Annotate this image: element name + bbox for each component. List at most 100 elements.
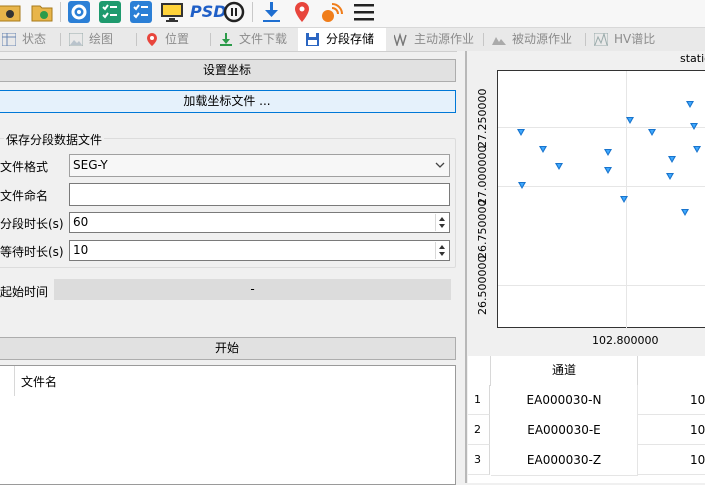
tab-label: 位置 — [165, 32, 190, 46]
toolbar-divider — [252, 2, 253, 22]
load-coords-file-button[interactable]: 加载坐标文件 ... — [0, 90, 456, 113]
tab-label: 文件下载 — [239, 32, 288, 46]
gridline — [498, 285, 705, 286]
column-divider — [14, 366, 15, 396]
save-icon — [306, 33, 319, 46]
group-title: 保存分段数据文件 — [4, 131, 105, 148]
settings-icon[interactable] — [67, 0, 91, 24]
data-point[interactable] — [604, 149, 612, 156]
image-icon — [69, 33, 83, 46]
splitter-line — [465, 51, 467, 483]
set-coords-button[interactable]: 设置坐标 — [0, 59, 456, 82]
row-number: 2 — [468, 415, 490, 445]
column-header-value[interactable] — [638, 356, 705, 386]
table-cell-channel[interactable]: EA000030-E — [491, 415, 638, 446]
mountain-icon — [492, 37, 506, 45]
y-tick-label: 27.250000 — [476, 88, 489, 149]
segment-length-stepper[interactable]: 60 — [69, 212, 450, 233]
data-point[interactable] — [517, 129, 525, 136]
tab-label: 主动源作业 — [414, 32, 475, 46]
file-name-label: 文件命名 — [0, 189, 49, 203]
tab-label: HV谱比 — [614, 32, 656, 46]
tab-segment-storage[interactable]: 分段存储 — [298, 28, 386, 51]
location-pin-icon[interactable] — [290, 0, 314, 24]
data-point[interactable] — [690, 123, 698, 130]
toolbar: PSD — [0, 0, 705, 28]
wait-length-label: 等待时长(s) — [0, 245, 64, 259]
monitor-icon[interactable] — [160, 0, 184, 24]
y-tick-label: 27.000000 — [476, 145, 489, 206]
start-time-label: 起始时间 — [0, 285, 49, 299]
checklist-icon[interactable] — [98, 0, 122, 24]
data-point[interactable] — [626, 117, 634, 124]
chevron-down-icon — [435, 162, 445, 168]
tab-file-download[interactable]: 文件下载 — [211, 28, 297, 51]
gridline — [498, 186, 705, 187]
data-point[interactable] — [518, 182, 526, 189]
download-icon — [220, 33, 232, 46]
spin-buttons[interactable] — [435, 214, 448, 231]
tab-active-source[interactable]: 主动源作业 — [386, 28, 482, 51]
hv-icon — [594, 33, 608, 46]
data-point[interactable] — [668, 156, 676, 163]
table-icon — [2, 33, 16, 46]
spin-buttons[interactable] — [435, 242, 448, 259]
file-list[interactable]: 文件名 — [0, 365, 456, 485]
chart-title: statio — [680, 52, 705, 65]
tab-label: 分段存储 — [326, 32, 375, 46]
data-point[interactable] — [555, 163, 563, 170]
row-number: 1 — [468, 385, 490, 415]
download-icon[interactable] — [259, 0, 283, 24]
tab-bar: 状态 绘图 位置 文件下载 分段存储 主动源作业 被动源作业 HV谱比 — [0, 28, 705, 52]
tab-hv-ratio[interactable]: HV谱比 — [586, 28, 705, 51]
map-pin-icon — [147, 33, 157, 46]
data-point[interactable] — [648, 129, 656, 136]
y-tick-label: 26.750000 — [476, 199, 489, 260]
segment-length-value: 60 — [73, 215, 89, 229]
data-point[interactable] — [620, 196, 628, 203]
data-point[interactable] — [539, 146, 547, 153]
x-tick-label: 102.800000 — [592, 334, 659, 347]
data-point[interactable] — [666, 173, 674, 180]
data-point[interactable] — [686, 101, 694, 108]
file-format-label: 文件格式 — [0, 160, 49, 174]
data-point[interactable] — [604, 167, 612, 174]
table-cell-value[interactable]: 10 — [638, 415, 705, 445]
file-format-value: SEG-Y — [73, 158, 108, 172]
start-button[interactable]: 开始 — [0, 337, 456, 360]
tab-status[interactable]: 状态 — [0, 28, 56, 51]
table-cell-value[interactable]: 10 — [638, 385, 705, 415]
menu-icon[interactable] — [352, 0, 376, 24]
data-point[interactable] — [693, 146, 701, 153]
signal-icon[interactable] — [320, 0, 344, 24]
wait-length-stepper[interactable]: 10 — [69, 240, 450, 261]
tab-label: 被动源作业 — [512, 32, 573, 46]
tab-location[interactable]: 位置 — [137, 28, 209, 51]
table-cell-channel[interactable]: EA000030-N — [491, 385, 638, 416]
start-time-value: - — [54, 279, 451, 300]
checklist-alt-icon[interactable] — [129, 0, 153, 24]
table-cell-value[interactable]: 10 — [638, 445, 705, 475]
folder-open-icon[interactable] — [0, 0, 24, 24]
file-list-header: 文件名 — [21, 375, 58, 389]
toolbar-divider — [60, 2, 61, 22]
scatter-plot[interactable] — [497, 70, 705, 329]
segment-length-label: 分段时长(s) — [0, 217, 64, 231]
data-point[interactable] — [681, 209, 689, 216]
psd-icon[interactable]: PSD — [190, 0, 227, 24]
column-header-channel[interactable]: 通道 — [491, 356, 638, 386]
folder-refresh-icon[interactable] — [30, 0, 54, 24]
tab-label: 状态 — [22, 32, 47, 46]
pause-icon[interactable] — [222, 0, 246, 24]
gridline — [498, 127, 705, 128]
tab-passive-source[interactable]: 被动源作业 — [484, 28, 584, 51]
wave-icon — [394, 33, 407, 46]
tab-plot[interactable]: 绘图 — [61, 28, 135, 51]
file-format-select[interactable]: SEG-Y — [69, 154, 450, 177]
table-corner — [468, 356, 491, 386]
file-name-input[interactable] — [69, 183, 450, 206]
wait-length-value: 10 — [73, 243, 89, 257]
y-tick-label: 26.500000 — [476, 255, 489, 316]
tab-label: 绘图 — [89, 32, 114, 46]
table-cell-channel[interactable]: EA000030-Z — [491, 445, 638, 476]
